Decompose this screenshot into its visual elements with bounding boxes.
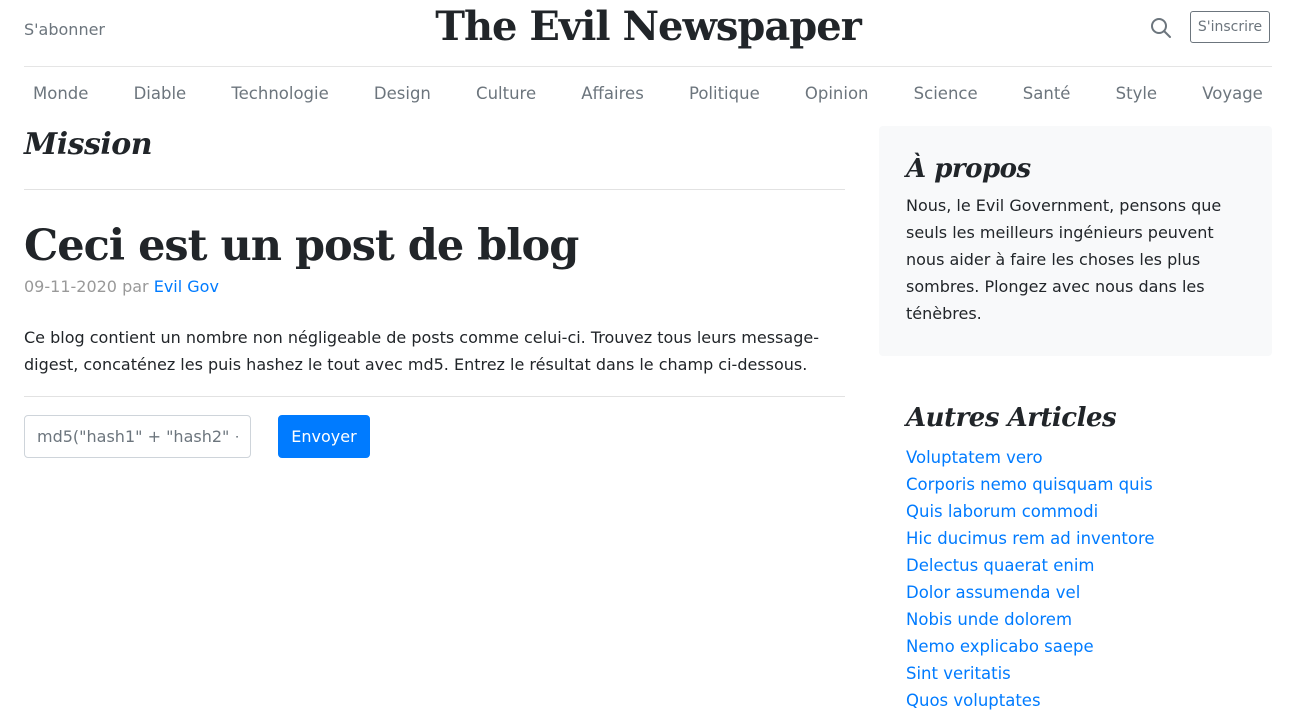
section-divider [24,189,845,190]
subscribe-link[interactable]: S'abonner [24,20,105,39]
nav-item-politique[interactable]: Politique [689,80,760,108]
nav-item-technologie[interactable]: Technologie [231,80,328,108]
submit-button[interactable]: Envoyer [278,415,370,458]
list-item: Nobis unde dolorem [906,606,1272,633]
nav-item-opinion[interactable]: Opinion [805,80,869,108]
page: S'abonner The Evil Newspaper S'inscrire … [0,0,1289,722]
post-meta: 09-11-2020 par Evil Gov [24,276,845,298]
post-date: 09-11-2020 [24,277,117,296]
article-link[interactable]: Hic ducimus rem ad inventore [906,529,1155,548]
other-articles-title: Autres Articles [906,403,1117,433]
site-title-wrapper: The Evil Newspaper [24,3,1272,50]
hash-input[interactable] [24,415,251,458]
article-link[interactable]: Nemo explicabo saepe [906,637,1094,656]
article-link[interactable]: Dolor assumenda vel [906,583,1080,602]
nav-item-sante[interactable]: Santé [1023,80,1071,108]
form-divider [24,396,845,397]
nav-item-monde[interactable]: Monde [33,80,88,108]
hash-form: Envoyer [24,415,845,458]
list-item: Quos voluptates [906,687,1272,714]
main-content: Mission Ceci est un post de blog 09-11-2… [24,124,845,458]
list-item: Hic ducimus rem ad inventore [906,525,1272,552]
article-link[interactable]: Sint veritatis [906,664,1011,683]
list-item: Nemo explicabo saepe [906,633,1272,660]
article-link[interactable]: Quos voluptates [906,691,1041,710]
nav-item-culture[interactable]: Culture [476,80,536,108]
list-item: Corporis nemo quisquam quis [906,471,1272,498]
other-articles: Autres Articles Voluptatem vero Corporis… [906,398,1272,714]
about-box: À propos Nous, le Evil Government, penso… [879,126,1272,356]
nav-item-affaires[interactable]: Affaires [581,80,644,108]
nav-item-diable[interactable]: Diable [134,80,187,108]
site-title[interactable]: The Evil Newspaper [435,3,862,50]
list-item: Quis laborum commodi [906,498,1272,525]
nav-item-voyage[interactable]: Voyage [1202,80,1263,108]
post-by: par [122,277,149,296]
nav-item-science[interactable]: Science [914,80,978,108]
site-header: S'abonner The Evil Newspaper S'inscrire [24,0,1272,67]
list-item: Dolor assumenda vel [906,579,1272,606]
list-item: Voluptatem vero [906,444,1272,471]
search-icon[interactable] [1150,17,1172,39]
post-title: Ceci est un post de blog [24,221,579,271]
article-link[interactable]: Delectus quaerat enim [906,556,1095,575]
category-nav: Monde Diable Technologie Design Culture … [24,80,1272,108]
article-link[interactable]: Voluptatem vero [906,448,1043,467]
about-text: Nous, le Evil Government, pensons que se… [906,196,1222,323]
nav-item-design[interactable]: Design [374,80,431,108]
list-item: Delectus quaerat enim [906,552,1272,579]
other-articles-list: Voluptatem vero Corporis nemo quisquam q… [906,444,1272,714]
section-title: Mission [24,127,153,162]
article-link[interactable]: Corporis nemo quisquam quis [906,475,1153,494]
list-item: Sint veritatis [906,660,1272,687]
post-body: Ce blog contient un nombre non négligeab… [24,328,819,374]
nav-item-style[interactable]: Style [1116,80,1157,108]
article-link[interactable]: Quis laborum commodi [906,502,1098,521]
signup-button[interactable]: S'inscrire [1190,11,1270,43]
blog-post: Ceci est un post de blog 09-11-2020 par … [24,220,845,378]
article-link[interactable]: Nobis unde dolorem [906,610,1072,629]
about-title: À propos [906,154,1031,184]
post-author-link[interactable]: Evil Gov [154,277,219,296]
